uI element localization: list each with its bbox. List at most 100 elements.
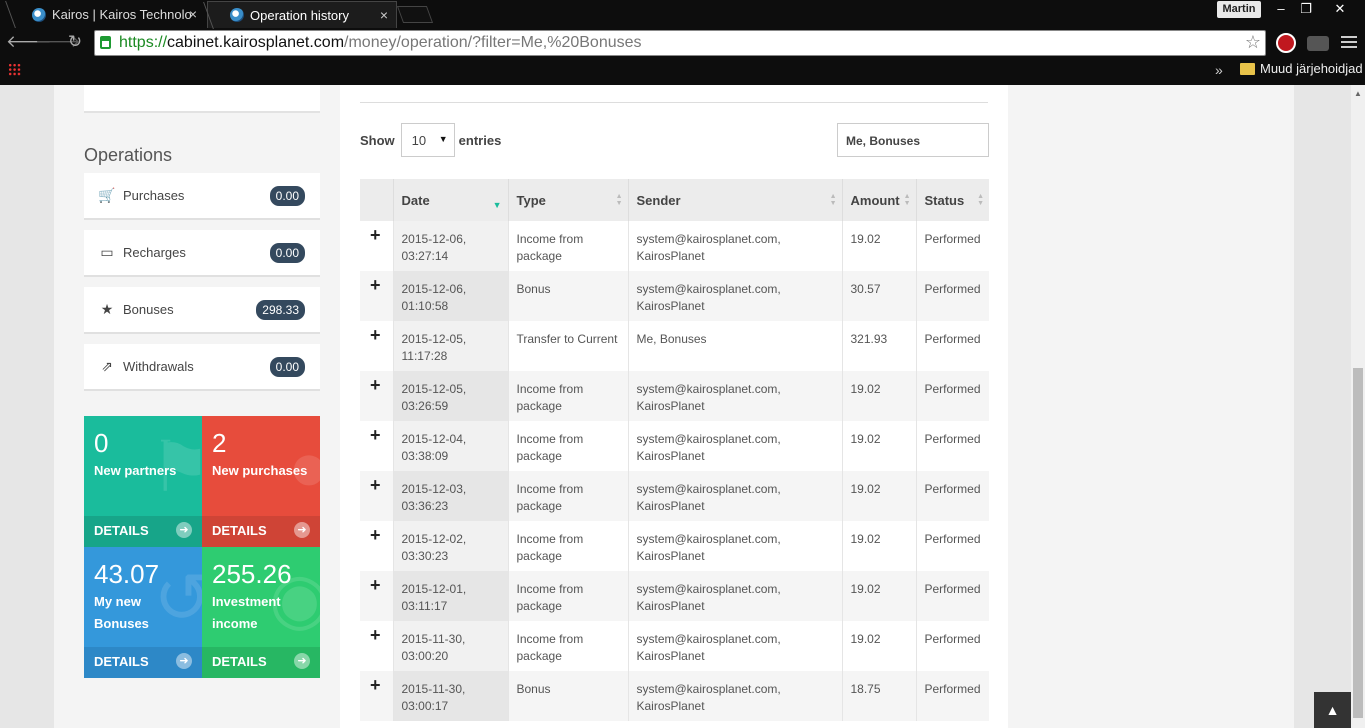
details-link[interactable]: DETAILS ➜ <box>84 516 202 547</box>
table-row[interactable]: +2015-11-30, 03:00:17 Bonus system@kairospl… <box>360 671 989 721</box>
sidebar-top-card <box>84 85 320 113</box>
table-row[interactable]: +2015-12-05, 03:26:59 Income from package sy… <box>360 371 989 421</box>
details-link[interactable]: DETAILS ➜ <box>202 647 320 678</box>
tile-new-purchases: ● 2 New purchases DETAILS ➜ <box>202 416 320 547</box>
scrollbar-thumb[interactable] <box>1353 368 1363 718</box>
bookmarks-folder[interactable]: Muud järjehoidjad <box>1240 61 1363 76</box>
expand-row-icon[interactable]: + <box>360 371 394 421</box>
share-icon: ⇗ <box>101 358 113 374</box>
table-row[interactable]: +2015-12-01, 03:11:17 Income from package sy… <box>360 571 989 621</box>
sidebar-item-withdrawals[interactable]: ⇗ Withdrawals 0.00 <box>84 344 320 391</box>
restore-button[interactable]: ❐ <box>1293 0 1319 18</box>
sort-icon: ▲ ▼ <box>977 193 984 207</box>
table-row[interactable]: +2015-12-05, 11:17:28 Transfer to Current M… <box>360 321 989 371</box>
tab-kairos[interactable]: Kairos | Kairos Technologies × <box>10 1 205 28</box>
column-label: Amount <box>850 192 900 208</box>
tab-close-icon[interactable]: × <box>380 7 388 23</box>
profile-button[interactable]: Martin <box>1217 1 1261 18</box>
cell-date: 2015-12-05, 11:17:28 <box>393 321 509 371</box>
column-header-amount[interactable]: Amount ▲ ▼ <box>842 179 917 221</box>
close-window-button[interactable]: ✕ <box>1327 0 1353 18</box>
page-scrollbar[interactable]: ▲ <box>1351 85 1365 728</box>
time-line: 03:38:09 <box>401 449 449 463</box>
cell-sender: Me, Bonuses <box>628 321 843 371</box>
expand-row-icon[interactable]: + <box>360 321 394 371</box>
table-row[interactable]: +2015-11-30, 03:00:20 Income from package sy… <box>360 621 989 671</box>
details-link[interactable]: DETAILS ➜ <box>202 516 320 547</box>
tab-close-icon[interactable]: × <box>189 6 197 22</box>
sidebar-item-bonuses[interactable]: ★ Bonuses 298.33 <box>84 287 320 334</box>
address-bar[interactable]: https://cabinet.kairosplanet.com/money/o… <box>94 30 1266 56</box>
details-label: DETAILS <box>94 654 149 669</box>
cell-status: Performed <box>916 371 989 421</box>
column-header-type[interactable]: Type ▲ ▼ <box>508 179 629 221</box>
scroll-to-top-button[interactable]: ▲ <box>1314 692 1351 728</box>
cell-type: Income from package <box>508 471 629 521</box>
sender-line: KairosPlanet <box>636 649 705 663</box>
table-row[interactable]: +2015-12-03, 03:36:23 Income from package sy… <box>360 471 989 521</box>
cell-type: Bonus <box>508 671 629 721</box>
new-tab-button[interactable] <box>396 6 434 23</box>
table-row[interactable]: +2015-12-06, 01:10:58 Bonus system@kairospl… <box>360 271 989 321</box>
minimize-button[interactable]: – <box>1268 0 1294 18</box>
time-line: 01:10:58 <box>401 299 449 313</box>
adblock-extension-icon[interactable] <box>1276 33 1296 53</box>
cell-sender: system@kairosplanet.com, KairosPlanet <box>628 621 843 671</box>
star-icon: ★ <box>100 301 114 317</box>
sidebar-item-recharges[interactable]: ▭ Recharges 0.00 <box>84 230 320 277</box>
table-row[interactable]: +2015-12-06, 03:27:14 Income from package sy… <box>360 221 989 271</box>
expand-row-icon[interactable]: + <box>360 271 394 321</box>
count-badge: 0.00 <box>269 357 305 377</box>
chrome-menu-icon[interactable] <box>1341 36 1357 51</box>
scroll-up-icon[interactable]: ▲ <box>1354 89 1362 98</box>
column-header-date[interactable]: Date ▼ <box>393 179 509 221</box>
column-header-status[interactable]: Status ▲ ▼ <box>916 179 989 221</box>
expand-row-icon[interactable]: + <box>360 621 394 671</box>
tile-label: My new Bonuses <box>94 594 149 631</box>
expand-row-icon[interactable]: + <box>360 421 394 471</box>
sender-line: KairosPlanet <box>636 499 705 513</box>
forward-icon[interactable]: 🡒 <box>35 32 81 52</box>
cell-status: Performed <box>916 621 989 671</box>
expand-row-icon[interactable]: + <box>360 571 394 621</box>
date-line: 2015-12-01, <box>401 582 467 596</box>
content-divider <box>360 85 988 103</box>
type-line: Bonus <box>516 682 551 696</box>
tile-label: New partners <box>94 463 177 478</box>
tab-operation-history[interactable]: Operation history × <box>207 1 397 28</box>
expand-row-icon[interactable]: + <box>360 221 394 271</box>
entries-control: Show 10 entries <box>360 123 501 157</box>
column-header-sender[interactable]: Sender ▲ ▼ <box>628 179 843 221</box>
search-input[interactable]: Me, Bonuses <box>837 123 989 157</box>
entries-select[interactable]: 10 <box>400 123 455 157</box>
column-label: Type <box>516 192 546 208</box>
bookmarks-overflow-icon[interactable]: » <box>1215 62 1223 78</box>
expand-row-icon[interactable]: + <box>360 521 394 571</box>
date-line: 2015-12-05, <box>401 382 467 396</box>
details-link[interactable]: DETAILS ➜ <box>84 647 202 678</box>
cell-date: 2015-12-03, 03:36:23 <box>393 471 509 521</box>
cell-type: Income from package <box>508 421 629 471</box>
date-line: 2015-12-04, <box>401 432 467 446</box>
cell-date: 2015-12-02, 03:30:23 <box>393 521 509 571</box>
cell-amount: 30.57 <box>842 271 917 321</box>
page-viewport: Operations 🛒 Purchases 0.00 ▭ Recharges … <box>0 85 1351 728</box>
date-line: 2015-12-03, <box>401 482 467 496</box>
back-icon[interactable]: 🡐 <box>6 32 52 52</box>
table-row[interactable]: +2015-12-04, 03:38:09 Income from package sy… <box>360 421 989 471</box>
bookmark-star-icon[interactable]: ☆ <box>1245 30 1261 54</box>
video-extension-icon[interactable] <box>1307 36 1329 51</box>
expand-row-icon[interactable]: + <box>360 471 394 521</box>
entries-label: entries <box>458 132 502 148</box>
sidebar-item-purchases[interactable]: 🛒 Purchases 0.00 <box>84 173 320 220</box>
column-label: Status <box>924 192 965 208</box>
count-badge: 0.00 <box>269 186 305 206</box>
time-line: 03:00:17 <box>401 699 449 713</box>
table-row[interactable]: +2015-12-02, 03:30:23 Income from package sy… <box>360 521 989 571</box>
cell-amount: 321.93 <box>842 321 917 371</box>
reload-icon[interactable]: ↻ <box>64 32 86 52</box>
expand-row-icon[interactable]: + <box>360 671 394 721</box>
apps-icon[interactable] <box>8 63 21 76</box>
type-line: Income from <box>516 632 584 646</box>
table-header-row: Date ▼ Type ▲ ▼ Sender ▲ ▼ Amount ▲ ▼ Status ▲ ▼ <box>360 179 989 221</box>
